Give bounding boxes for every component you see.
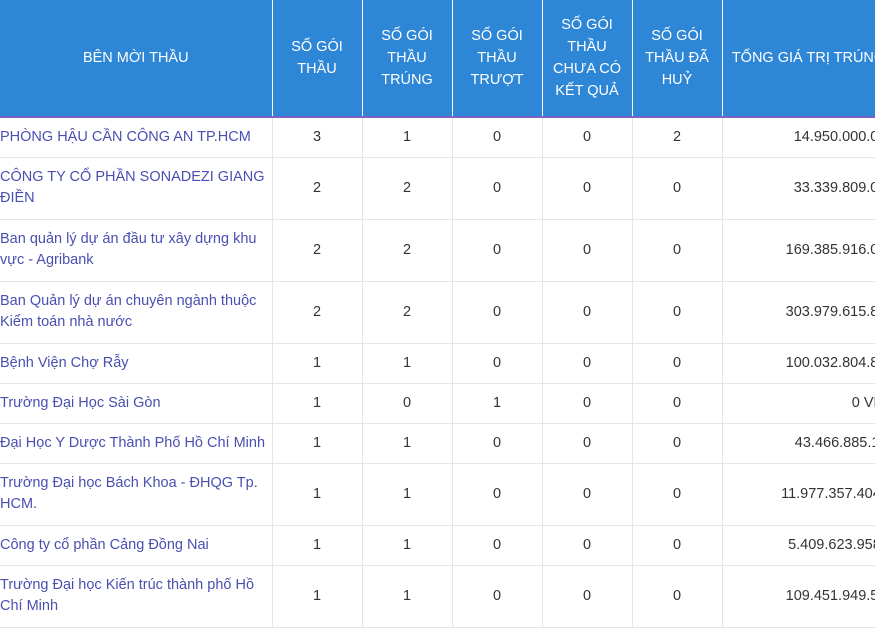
cell-pending: 0 <box>542 423 633 464</box>
bidder-name-link[interactable]: Ban quản lý dự án đầu tư xây dựng khu vự… <box>0 219 273 282</box>
table-row: Trường Đại Học Sài Gòn 1 0 1 0 0 0 VND <box>0 383 875 424</box>
table-body: PHÒNG HẬU CẦN CÔNG AN TP.HCM 3 1 0 0 2 1… <box>0 117 875 628</box>
cell-total-value: 0 VND <box>722 383 875 424</box>
bidder-stats-table: BÊN MỜI THẦU SỐ GÓI THẦU SỐ GÓI THẦU TRÚ… <box>0 0 875 628</box>
cell-lost: 0 <box>452 423 543 464</box>
cell-total-value: 303.979.615.821 <box>722 281 875 344</box>
cell-total: 3 <box>272 117 363 158</box>
cell-cancelled: 0 <box>632 463 723 526</box>
bidder-name-link[interactable]: Trường Đại Học Sài Gòn <box>0 383 273 424</box>
cell-lost: 1 <box>452 383 543 424</box>
cell-total-value: 14.950.000.000 <box>722 117 875 158</box>
cell-lost: 0 <box>452 281 543 344</box>
cell-lost: 0 <box>452 219 543 282</box>
cell-won: 1 <box>362 117 453 158</box>
cell-total-value: 5.409.623.958 V <box>722 525 875 566</box>
cell-won: 2 <box>362 281 453 344</box>
cell-won: 1 <box>362 423 453 464</box>
table-row: Đại Học Y Dược Thành Phố Hồ Chí Minh 1 1… <box>0 423 875 464</box>
cell-won: 1 <box>362 463 453 526</box>
bidder-name-link[interactable]: Công ty cổ phần Cảng Đồng Nai <box>0 525 273 566</box>
cell-total: 2 <box>272 157 363 220</box>
cell-lost: 0 <box>452 157 543 220</box>
cell-pending: 0 <box>542 157 633 220</box>
bidder-name-link[interactable]: Trường Đại học Kiến trúc thành phố Hồ Ch… <box>0 565 273 628</box>
cell-total-value: 169.385.916.000 <box>722 219 875 282</box>
cell-pending: 0 <box>542 117 633 158</box>
cell-pending: 0 <box>542 383 633 424</box>
table-header: BÊN MỜI THẦU SỐ GÓI THẦU SỐ GÓI THẦU TRÚ… <box>0 0 875 117</box>
cell-won: 2 <box>362 219 453 282</box>
cell-total: 2 <box>272 281 363 344</box>
cell-cancelled: 0 <box>632 157 723 220</box>
cell-total: 1 <box>272 565 363 628</box>
cell-lost: 0 <box>452 565 543 628</box>
cell-lost: 0 <box>452 463 543 526</box>
header-total-packages[interactable]: SỐ GÓI THẦU <box>272 0 363 117</box>
table-row: Ban Quản lý dự án chuyên ngành thuộc Kiể… <box>0 281 875 344</box>
cell-lost: 0 <box>452 525 543 566</box>
header-won-packages[interactable]: SỐ GÓI THẦU TRÚNG <box>362 0 453 117</box>
cell-won: 1 <box>362 525 453 566</box>
cell-won: 2 <box>362 157 453 220</box>
cell-cancelled: 0 <box>632 383 723 424</box>
cell-pending: 0 <box>542 565 633 628</box>
cell-pending: 0 <box>542 281 633 344</box>
cell-cancelled: 2 <box>632 117 723 158</box>
table-row: Công ty cổ phần Cảng Đồng Nai 1 1 0 0 0 … <box>0 525 875 566</box>
bidder-name-link[interactable]: Bệnh Viện Chợ Rẫy <box>0 343 273 384</box>
cell-cancelled: 0 <box>632 565 723 628</box>
bidder-name-link[interactable]: CÔNG TY CỔ PHẦN SONADEZI GIANG ĐIỀN <box>0 157 273 220</box>
cell-cancelled: 0 <box>632 281 723 344</box>
header-pending-packages[interactable]: SỐ GÓI THẦU CHƯA CÓ KẾT QUẢ <box>542 0 633 117</box>
cell-total: 2 <box>272 219 363 282</box>
cell-cancelled: 0 <box>632 219 723 282</box>
cell-pending: 0 <box>542 219 633 282</box>
cell-cancelled: 0 <box>632 343 723 384</box>
cell-pending: 0 <box>542 525 633 566</box>
header-bidder[interactable]: BÊN MỜI THẦU <box>0 0 273 117</box>
cell-total-value: 100.032.804.837 <box>722 343 875 384</box>
cell-total: 1 <box>272 423 363 464</box>
bidder-name-link[interactable]: Trường Đại học Bách Khoa - ĐHQG Tp. HCM. <box>0 463 273 526</box>
table-row: Ban quản lý dự án đầu tư xây dựng khu vự… <box>0 219 875 282</box>
table-row: Bệnh Viện Chợ Rẫy 1 1 0 0 0 100.032.804.… <box>0 343 875 384</box>
cell-total: 1 <box>272 463 363 526</box>
cell-lost: 0 <box>452 117 543 158</box>
cell-won: 0 <box>362 383 453 424</box>
cell-total-value: 109.451.949.574 <box>722 565 875 628</box>
header-cancelled-packages[interactable]: SỐ GÓI THẦU ĐÃ HUỶ <box>632 0 723 117</box>
bidder-name-link[interactable]: PHÒNG HẬU CẦN CÔNG AN TP.HCM <box>0 117 273 158</box>
cell-total-value: 43.466.885.119 <box>722 423 875 464</box>
header-row: BÊN MỜI THẦU SỐ GÓI THẦU SỐ GÓI THẦU TRÚ… <box>0 0 875 117</box>
cell-total-value: 33.339.809.051 <box>722 157 875 220</box>
table-row: CÔNG TY CỔ PHẦN SONADEZI GIANG ĐIỀN 2 2 … <box>0 157 875 220</box>
cell-total: 1 <box>272 525 363 566</box>
table-row: Trường Đại học Bách Khoa - ĐHQG Tp. HCM.… <box>0 463 875 526</box>
cell-total: 1 <box>272 343 363 384</box>
header-lost-packages[interactable]: SỐ GÓI THẦU TRƯỢT <box>452 0 543 117</box>
cell-won: 1 <box>362 565 453 628</box>
bidder-name-link[interactable]: Đại Học Y Dược Thành Phố Hồ Chí Minh <box>0 423 273 464</box>
header-total-winning-value[interactable]: TỔNG GIÁ TRỊ TRÚNG <box>722 0 875 117</box>
cell-cancelled: 0 <box>632 525 723 566</box>
cell-cancelled: 0 <box>632 423 723 464</box>
cell-pending: 0 <box>542 343 633 384</box>
cell-won: 1 <box>362 343 453 384</box>
cell-lost: 0 <box>452 343 543 384</box>
cell-total: 1 <box>272 383 363 424</box>
table-row: PHÒNG HẬU CẦN CÔNG AN TP.HCM 3 1 0 0 2 1… <box>0 117 875 158</box>
cell-total-value: 11.977.357.404 V <box>722 463 875 526</box>
bidder-name-link[interactable]: Ban Quản lý dự án chuyên ngành thuộc Kiể… <box>0 281 273 344</box>
cell-pending: 0 <box>542 463 633 526</box>
table-row: Trường Đại học Kiến trúc thành phố Hồ Ch… <box>0 565 875 628</box>
